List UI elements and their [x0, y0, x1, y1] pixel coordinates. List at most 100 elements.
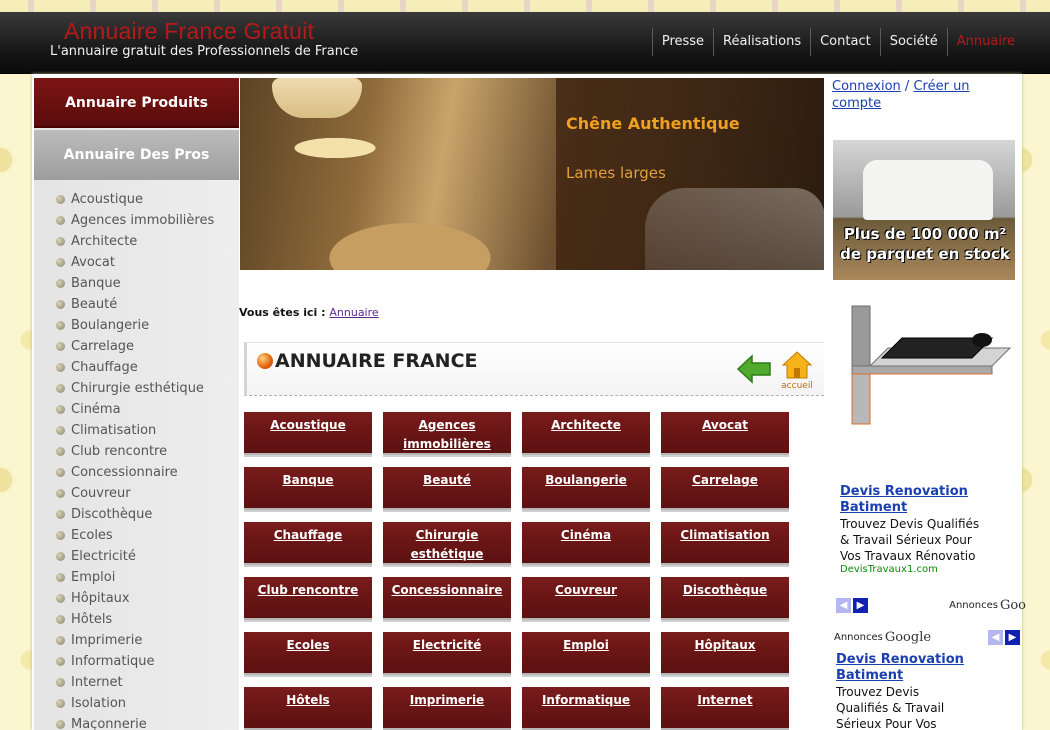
category-tile[interactable]: Ecoles	[244, 632, 372, 675]
category-tile[interactable]: Hôpitaux	[661, 632, 789, 675]
category-link[interactable]: Cinéma	[561, 528, 611, 542]
bullet-icon	[56, 615, 65, 624]
category-tile[interactable]: Couvreur	[522, 577, 650, 620]
sidebar-item[interactable]: Hôpitaux	[56, 588, 239, 609]
category-link[interactable]: Beauté	[423, 473, 471, 487]
sidebar-item[interactable]: Maçonnerie	[56, 714, 239, 730]
category-link[interactable]: Agences immobilières	[403, 418, 491, 451]
category-tile[interactable]: Avocat	[661, 412, 789, 455]
sidebar-item[interactable]: Ecoles	[56, 525, 239, 546]
nav-contact[interactable]: Contact	[810, 28, 880, 56]
category-link[interactable]: Emploi	[563, 638, 609, 652]
category-tile[interactable]: Hôtels	[244, 687, 372, 730]
category-tile[interactable]: Emploi	[522, 632, 650, 675]
sidebar-item[interactable]: Imprimerie	[56, 630, 239, 651]
sidebar-item[interactable]: Cinéma	[56, 399, 239, 420]
nav-societe[interactable]: Société	[879, 28, 947, 56]
nav-presse[interactable]: Presse	[651, 28, 713, 56]
category-tile[interactable]: Climatisation	[661, 522, 789, 565]
category-link[interactable]: Internet	[697, 693, 752, 707]
sidebar-item[interactable]: Chirurgie esthétique	[56, 378, 239, 399]
ad1-prev-button[interactable]: ◀	[836, 598, 851, 613]
category-tile[interactable]: Club rencontre	[244, 577, 372, 620]
category-link[interactable]: Acoustique	[270, 418, 345, 432]
ad1-next-button[interactable]: ▶	[853, 598, 868, 613]
category-tile[interactable]: Banque	[244, 467, 372, 510]
sidebar-item[interactable]: Boulangerie	[56, 315, 239, 336]
sidebar-item[interactable]: Emploi	[56, 567, 239, 588]
back-arrow-icon[interactable]	[736, 353, 772, 385]
nav-annuaire[interactable]: Annuaire	[946, 28, 1024, 56]
sidebar-item[interactable]: Agences immobilières	[56, 210, 239, 231]
category-link[interactable]: Chauffage	[274, 528, 343, 542]
category-tile[interactable]: Architecte	[522, 412, 650, 455]
sidebar-item[interactable]: Banque	[56, 273, 239, 294]
category-link[interactable]: Hôpitaux	[694, 638, 755, 652]
sidebar-item[interactable]: Concessionnaire	[56, 462, 239, 483]
sidebar-item[interactable]: Beauté	[56, 294, 239, 315]
ad2-next-button[interactable]: ▶	[1005, 630, 1020, 645]
category-tile[interactable]: Concessionnaire	[383, 577, 511, 620]
category-tile[interactable]: Informatique	[522, 687, 650, 730]
category-link[interactable]: Ecoles	[287, 638, 330, 652]
category-link[interactable]: Carrelage	[692, 473, 758, 487]
login-link[interactable]: Connexion	[832, 79, 901, 94]
category-tile[interactable]: Beauté	[383, 467, 511, 510]
category-tile[interactable]: Chauffage	[244, 522, 372, 565]
category-link[interactable]: Banque	[282, 473, 333, 487]
sidebar-item[interactable]: Architecte	[56, 231, 239, 252]
ad1-url[interactable]: DevisTravaux1.com	[840, 564, 996, 575]
text-ad-2[interactable]: Devis Renovation Batiment Trouvez Devis …	[836, 652, 1022, 730]
category-link[interactable]: Imprimerie	[410, 693, 484, 707]
bullet-icon	[56, 216, 65, 225]
category-link[interactable]: Couvreur	[555, 583, 617, 597]
category-tile[interactable]: Discothèque	[661, 577, 789, 620]
category-link[interactable]: Boulangerie	[545, 473, 627, 487]
sidebar-annuaire-produits-button[interactable]: Annuaire Produits	[34, 78, 239, 128]
category-tile[interactable]: Boulangerie	[522, 467, 650, 510]
category-link[interactable]: Informatique	[542, 693, 630, 707]
category-tile[interactable]: Agences immobilières	[383, 412, 511, 455]
ad2-prev-button[interactable]: ◀	[988, 630, 1003, 645]
sidebar-item[interactable]: Informatique	[56, 651, 239, 672]
category-link[interactable]: Club rencontre	[258, 583, 359, 597]
category-link[interactable]: Concessionnaire	[392, 583, 503, 597]
category-link[interactable]: Chirurgie esthétique	[411, 528, 484, 561]
sidebar-item[interactable]: Carrelage	[56, 336, 239, 357]
sidebar-item[interactable]: Hôtels	[56, 609, 239, 630]
category-link[interactable]: Climatisation	[680, 528, 769, 542]
text-ad-1[interactable]: Devis Renovation Batiment Trouvez Devis …	[840, 484, 996, 575]
sidebar-item[interactable]: Club rencontre	[56, 441, 239, 462]
category-tile[interactable]: Internet	[661, 687, 789, 730]
category-tile[interactable]: Acoustique	[244, 412, 372, 455]
sidebar-item[interactable]: Acoustique	[56, 189, 239, 210]
category-link[interactable]: Architecte	[551, 418, 621, 432]
sidebar-item[interactable]: Isolation	[56, 693, 239, 714]
category-tile[interactable]: Imprimerie	[383, 687, 511, 730]
breadcrumb-link-annuaire[interactable]: Annuaire	[329, 306, 378, 319]
ad2-title[interactable]: Devis Renovation Batiment	[836, 652, 1022, 684]
sidebar-item[interactable]: Electricité	[56, 546, 239, 567]
category-tile[interactable]: Electricité	[383, 632, 511, 675]
sidebar-item[interactable]: Avocat	[56, 252, 239, 273]
category-link[interactable]: Hôtels	[286, 693, 329, 707]
sidebar-annuaire-pros-button[interactable]: Annuaire Des Pros	[34, 130, 239, 180]
nav-realisations[interactable]: Réalisations	[713, 28, 810, 56]
parquet-stock-ad[interactable]: Plus de 100 000 m² de parquet en stock	[833, 140, 1015, 280]
category-link[interactable]: Discothèque	[683, 583, 767, 597]
ad1-title[interactable]: Devis Renovation Batiment	[840, 484, 996, 516]
sidebar-item[interactable]: Climatisation	[56, 420, 239, 441]
category-link[interactable]: Avocat	[702, 418, 748, 432]
sidebar-item[interactable]: Discothèque	[56, 504, 239, 525]
category-tile[interactable]: Carrelage	[661, 467, 789, 510]
flooring-roll-ad[interactable]	[842, 304, 1014, 430]
category-tile[interactable]: Chirurgie esthétique	[383, 522, 511, 565]
sidebar-item[interactable]: Couvreur	[56, 483, 239, 504]
category-link[interactable]: Electricité	[413, 638, 481, 652]
category-tile[interactable]: Cinéma	[522, 522, 650, 565]
site-title[interactable]: Annuaire France Gratuit	[64, 18, 314, 45]
sidebar-item[interactable]: Chauffage	[56, 357, 239, 378]
home-button[interactable]: accueil	[777, 351, 817, 393]
promo-banner[interactable]: Chêne Authentique Lames larges	[240, 78, 824, 270]
sidebar-item[interactable]: Internet	[56, 672, 239, 693]
